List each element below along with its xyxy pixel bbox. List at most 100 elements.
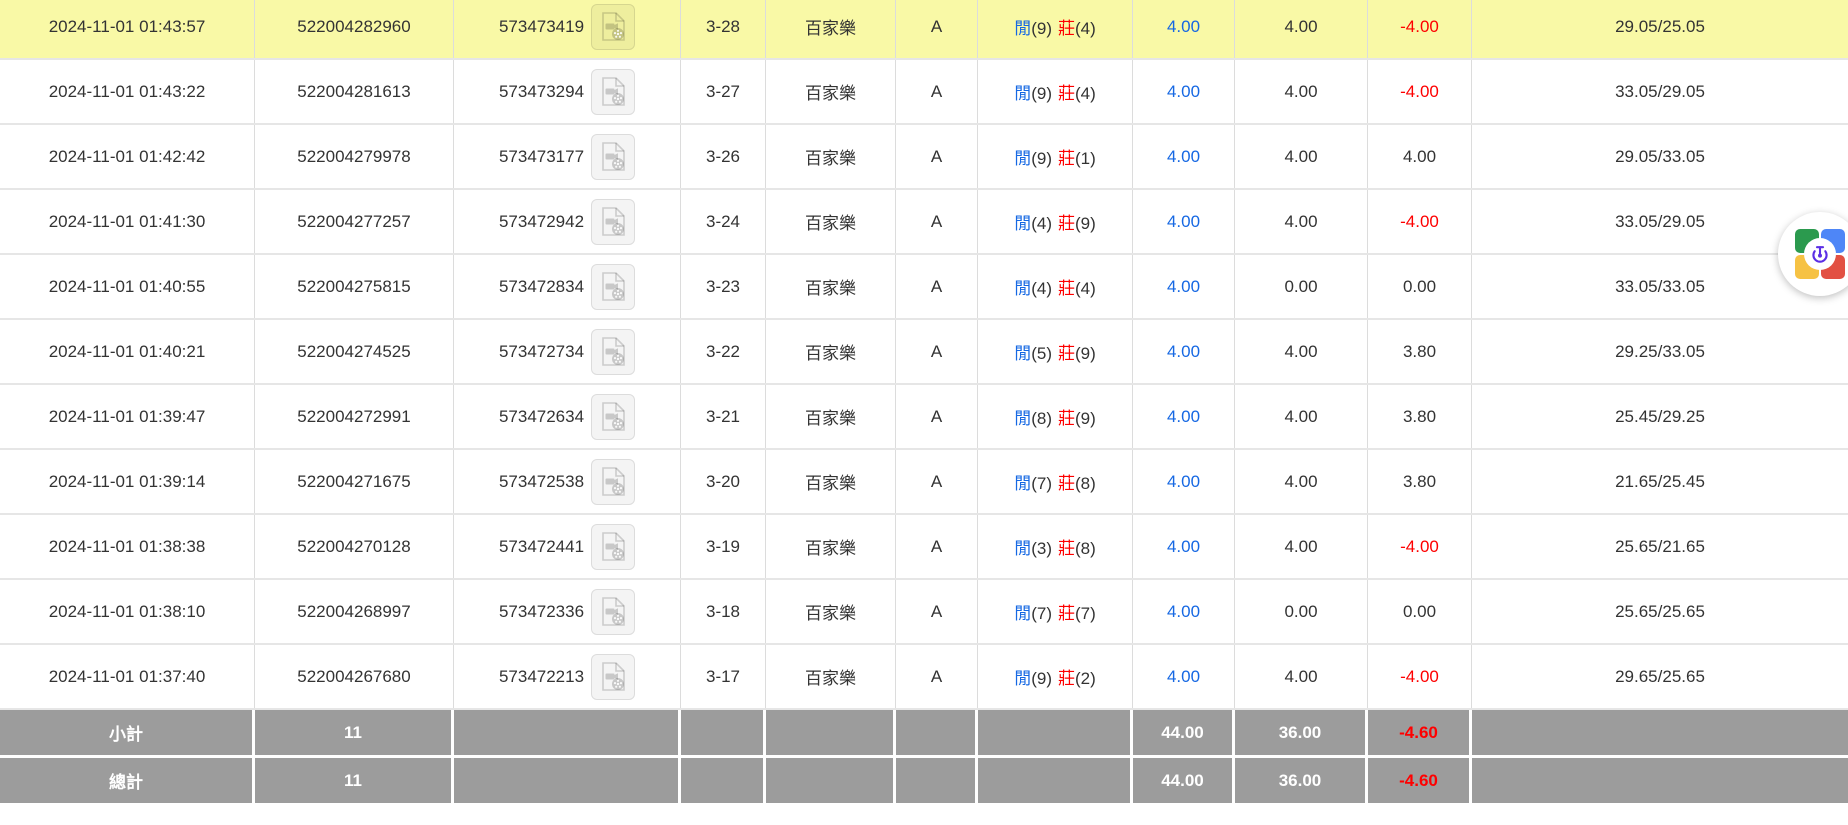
bet-amount-link[interactable]: 4.00 bbox=[1167, 602, 1200, 622]
bet-id: 522004277257 bbox=[297, 212, 410, 232]
bet-amount-link[interactable]: 4.00 bbox=[1167, 472, 1200, 492]
game-result-cell: 閒(5)莊(9) bbox=[978, 320, 1133, 383]
balance-value: 25.65/21.65 bbox=[1615, 537, 1705, 557]
video-replay-button[interactable] bbox=[591, 4, 635, 50]
game-name-cell: 百家樂 bbox=[766, 450, 896, 513]
bet-id-cell: 522004275815 bbox=[255, 255, 454, 318]
bet-amount-link[interactable]: 4.00 bbox=[1167, 82, 1200, 102]
table-row[interactable]: 2024-11-01 01:39:14522004271675573472538… bbox=[0, 450, 1848, 515]
video-replay-button[interactable] bbox=[591, 524, 635, 570]
balance-value: 29.65/25.65 bbox=[1615, 667, 1705, 687]
round-number: 3-19 bbox=[706, 537, 740, 557]
table-row[interactable]: 2024-11-01 01:41:30 522004277257 573472942… bbox=[0, 190, 1848, 255]
round-id: 573472441 bbox=[499, 537, 584, 557]
bet-id: 522004282960 bbox=[297, 17, 410, 37]
banker-result: 莊(4) bbox=[1058, 14, 1096, 39]
bet-amount-link[interactable]: 4.00 bbox=[1167, 212, 1200, 232]
balance-cell: 33.05/29.05 bbox=[1472, 60, 1848, 123]
valid-amount: 4.00 bbox=[1284, 147, 1317, 167]
round-id: 573473294 bbox=[499, 82, 584, 102]
summary-empty-cell bbox=[766, 758, 896, 803]
summary-empty-cell bbox=[978, 710, 1133, 755]
video-replay-button[interactable] bbox=[591, 134, 635, 180]
bet-amount-link[interactable]: 4.00 bbox=[1167, 667, 1200, 687]
bet-amount-cell: 4.00 bbox=[1133, 645, 1235, 708]
bet-time-cell: 2024-11-01 01:43:22 bbox=[0, 60, 255, 123]
player-score: (7) bbox=[1031, 474, 1052, 493]
bet-id-cell: 522004281613 bbox=[255, 60, 454, 123]
video-replay-button[interactable] bbox=[591, 264, 635, 310]
win-loss-cell: 4.00 bbox=[1368, 125, 1472, 188]
bet-amount-link[interactable]: 4.00 bbox=[1167, 147, 1200, 167]
table-row[interactable]: 2024-11-01 01:40:21522004274525573472734… bbox=[0, 320, 1848, 385]
banker-label: 莊 bbox=[1058, 279, 1075, 298]
player-result: 閒(4) bbox=[1014, 274, 1052, 299]
bet-id-cell: 522004282960 bbox=[255, 0, 454, 58]
table-row[interactable]: 2024-11-01 01:38:10522004268997573472336… bbox=[0, 580, 1848, 645]
player-score: (9) bbox=[1031, 669, 1052, 688]
table-row[interactable]: 2024-11-01 01:38:38522004270128573472441… bbox=[0, 515, 1848, 580]
table-row[interactable]: 2024-11-01 01:42:42522004279978573473177… bbox=[0, 125, 1848, 190]
win-loss-cell: 0.00 bbox=[1368, 580, 1472, 643]
table-row[interactable]: 2024-11-01 01:37:40522004267680573472213… bbox=[0, 645, 1848, 710]
valid-amount: 4.00 bbox=[1284, 537, 1317, 557]
player-label: 閒 bbox=[1014, 604, 1031, 623]
player-label: 閒 bbox=[1014, 409, 1031, 428]
bet-time-cell: 2024-11-01 01:38:10 bbox=[0, 580, 255, 643]
subtotal-row: 小計1144.0036.00-4.60 bbox=[0, 710, 1848, 755]
table-row[interactable]: 2024-11-01 01:39:47522004272991573472634… bbox=[0, 385, 1848, 450]
table-code: A bbox=[931, 407, 942, 427]
banker-result: 莊(8) bbox=[1058, 469, 1096, 494]
player-label: 閒 bbox=[1014, 149, 1031, 168]
round-id: 573472634 bbox=[499, 407, 584, 427]
bet-time: 2024-11-01 01:40:55 bbox=[49, 277, 206, 297]
balance-value: 33.05/33.05 bbox=[1615, 277, 1705, 297]
table-row[interactable]: 2024-11-01 01:43:22522004281613 573473294… bbox=[0, 60, 1848, 125]
video-replay-button[interactable] bbox=[591, 394, 635, 440]
table-row[interactable]: 2024-11-01 01:43:57522004282960573473419… bbox=[0, 0, 1848, 60]
video-replay-button[interactable] bbox=[591, 589, 635, 635]
bet-amount-link[interactable]: 4.00 bbox=[1167, 17, 1200, 37]
bet-amount-link[interactable]: 4.00 bbox=[1167, 537, 1200, 557]
summary-empty-cell bbox=[896, 758, 978, 803]
game-name: 百家樂 bbox=[805, 599, 856, 624]
summary-empty-cell bbox=[681, 710, 766, 755]
valid-amount: 4.00 bbox=[1284, 667, 1317, 687]
bet-amount-link[interactable]: 4.00 bbox=[1167, 407, 1200, 427]
player-score: (5) bbox=[1031, 344, 1052, 363]
bet-time: 2024-11-01 01:41:30 bbox=[49, 212, 206, 232]
video-file-icon bbox=[600, 401, 627, 432]
video-replay-button[interactable] bbox=[591, 459, 635, 505]
video-replay-button[interactable] bbox=[591, 199, 635, 245]
video-replay-button[interactable] bbox=[591, 329, 635, 375]
banker-result: 莊(2) bbox=[1058, 664, 1096, 689]
round-number-cell: 3-28 bbox=[681, 0, 766, 58]
balance-cell: 25.65/21.65 bbox=[1472, 515, 1848, 578]
valid-amount-cell: 0.00 bbox=[1235, 255, 1368, 318]
summary-empty-cell bbox=[454, 758, 681, 803]
summary-count-cell: 11 bbox=[255, 710, 454, 755]
balance-cell: 29.65/25.65 bbox=[1472, 645, 1848, 708]
bet-time-cell: 2024-11-01 01:42:42 bbox=[0, 125, 255, 188]
round-id-cell: 573472213 bbox=[454, 645, 681, 708]
table-row[interactable]: 2024-11-01 01:40:55522004275815573472834… bbox=[0, 255, 1848, 320]
banker-label: 莊 bbox=[1058, 149, 1075, 168]
player-score: (7) bbox=[1031, 604, 1052, 623]
banker-label: 莊 bbox=[1058, 344, 1075, 363]
bet-amount-link[interactable]: 4.00 bbox=[1167, 277, 1200, 297]
win-loss-cell: 3.80 bbox=[1368, 450, 1472, 513]
valid-amount-cell: 4.00 bbox=[1235, 320, 1368, 383]
player-label: 閒 bbox=[1014, 474, 1031, 493]
table-code-cell: A bbox=[896, 385, 978, 448]
bet-amount-link[interactable]: 4.00 bbox=[1167, 342, 1200, 362]
balance-value: 33.05/29.05 bbox=[1615, 212, 1705, 232]
video-file-icon bbox=[600, 596, 627, 627]
round-id-cell: 573472942 bbox=[454, 190, 681, 253]
bet-time: 2024-11-01 01:39:47 bbox=[49, 407, 206, 427]
player-score: (9) bbox=[1031, 19, 1052, 38]
bet-id-cell: 522004270128 bbox=[255, 515, 454, 578]
video-replay-button[interactable] bbox=[591, 69, 635, 115]
valid-amount-cell: 4.00 bbox=[1235, 450, 1368, 513]
video-replay-button[interactable] bbox=[591, 654, 635, 700]
bet-history-table: 2024-11-01 01:43:57522004282960573473419… bbox=[0, 0, 1848, 803]
